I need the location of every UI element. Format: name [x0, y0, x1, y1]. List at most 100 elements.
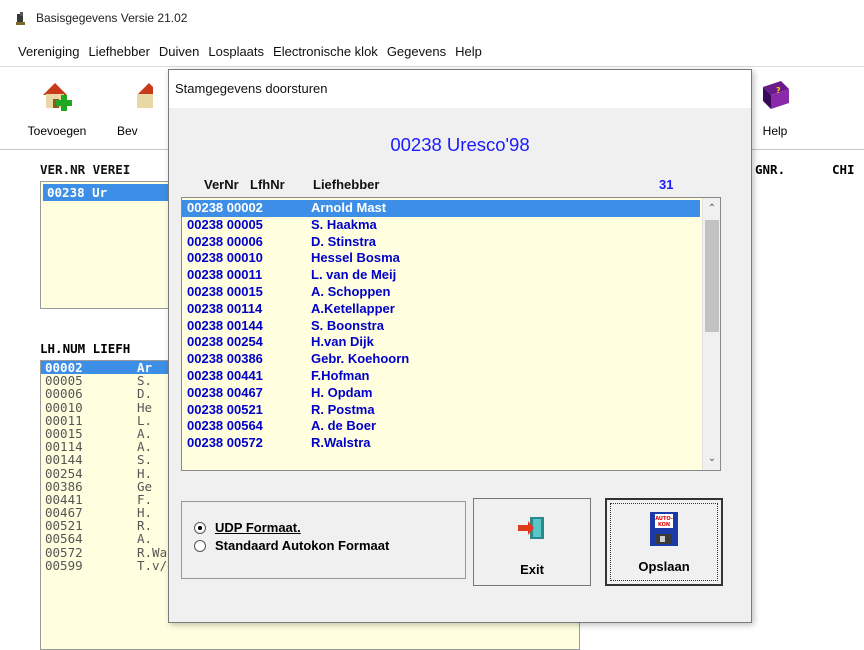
edit-house-icon [137, 83, 161, 108]
member-name: Hessel Bosma [311, 250, 400, 266]
lh-row-number: 00599 [45, 557, 83, 573]
app-titlebar: Basisgegevens Versie 21.02 [0, 0, 864, 36]
chip-header: CHI [832, 162, 855, 177]
radio-standard[interactable]: Standaard Autokon Formaat [194, 538, 389, 553]
lh-row-number: 00564 [45, 531, 83, 547]
lh-row-number: 00572 [45, 544, 83, 560]
member-code: 00238 00467 [187, 384, 263, 400]
member-name: A.Ketellapper [311, 300, 395, 316]
member-name: L. van de Meij [311, 267, 397, 283]
member-list-item[interactable]: 00238 00144 S. Boonstra [182, 318, 700, 335]
app-icon [16, 12, 25, 25]
scroll-thumb[interactable] [705, 220, 719, 332]
exit-button[interactable]: Exit [473, 498, 591, 586]
member-code: 00238 00011 [187, 267, 263, 283]
member-list-item[interactable]: 00238 00254 H.van Dijk [182, 334, 700, 351]
col-vernr: VerNr [204, 177, 239, 192]
member-list-item[interactable]: 00238 00114 A.Ketellapper [182, 301, 700, 318]
menu-vereniging[interactable]: Vereniging [18, 44, 79, 59]
member-name: D. Stinstra [311, 233, 377, 249]
lh-row-number: 00144 [45, 452, 83, 468]
member-count: 31 [659, 177, 674, 192]
lh-row-number: 00011 [45, 412, 83, 428]
member-code: 00238 00006 [187, 233, 263, 249]
col-lfhnr: LfhNr [250, 177, 285, 192]
member-name: Arnold Mast [311, 200, 387, 215]
member-name: A. Schoppen [311, 283, 391, 299]
edit-button-label: Bev [117, 124, 138, 138]
add-button-label: Toevoegen [27, 124, 87, 138]
menu-help[interactable]: Help [455, 44, 482, 59]
member-code: 00238 00254 [187, 334, 263, 350]
lh-header: LH.NUM LIEFH [40, 341, 131, 356]
member-code: 00238 00564 [187, 418, 263, 434]
member-list-item[interactable]: 00238 00006 D. Stinstra [182, 234, 700, 251]
radio-standard-label: Standaard Autokon Formaat [215, 538, 390, 553]
app-title: Basisgegevens Versie 21.02 [36, 11, 188, 25]
dialog-title: Stamgegevens doorsturen [169, 70, 751, 108]
lh-row-number: 00254 [45, 465, 83, 481]
member-code: 00238 00144 [187, 317, 263, 333]
member-list-item[interactable]: 00238 00386 Gebr. Koehoorn [182, 351, 700, 368]
exit-button-label: Exit [520, 562, 544, 577]
member-list-item[interactable]: 00238 00011 L. van de Meij [182, 267, 700, 284]
member-name: R. Postma [311, 401, 375, 417]
member-code: 00238 00005 [187, 216, 263, 232]
member-list[interactable]: 00238 00002 Arnold Mast 00238 00005 S. Haak… [181, 197, 721, 471]
radio-udp-indicator[interactable] [194, 521, 206, 534]
member-list-item[interactable]: 00238 00564 A. de Boer [182, 418, 700, 435]
menu-bar: Vereniging Liefhebber Duiven Losplaats Elect… [0, 38, 491, 64]
member-list-item[interactable]: 00238 00521 R. Postma [182, 402, 700, 419]
gnr-header: GNR. [755, 162, 786, 177]
member-name: F.Hofman [311, 367, 370, 383]
member-list-item[interactable]: 00238 00015 A. Schoppen [182, 284, 700, 301]
scroll-down-icon[interactable]: ⌄ [703, 450, 720, 468]
add-button[interactable]: Toevoegen [22, 77, 92, 138]
member-list-item[interactable]: 00238 00002 Arnold Mast [182, 200, 700, 217]
member-code: 00238 00386 [187, 351, 263, 367]
member-code: 00238 00114 [187, 300, 263, 316]
member-list-item[interactable]: 00238 00010 Hessel Bosma [182, 250, 700, 267]
member-code: 00238 00441 [187, 367, 263, 383]
svg-text:?: ? [776, 86, 781, 95]
exit-door-icon [518, 517, 544, 539]
scroll-up-icon[interactable]: ⌃ [703, 200, 720, 218]
member-name: S. Boonstra [311, 317, 384, 333]
member-list-item[interactable]: 00238 00441 F.Hofman [182, 368, 700, 385]
lh-row-number: 00386 [45, 478, 83, 494]
menu-gegevens[interactable]: Gegevens [387, 44, 446, 59]
save-button[interactable]: AUTO- KON Opslaan [605, 498, 723, 586]
menu-liefhebber[interactable]: Liefhebber [88, 44, 149, 59]
col-liefhebber: Liefhebber [313, 177, 380, 192]
member-code: 00238 00015 [187, 283, 263, 299]
member-code: 00238 00572 [187, 435, 263, 451]
member-code: 00238 00002 [187, 200, 263, 215]
help-book-icon: ? [763, 81, 789, 109]
menu-losplaats[interactable]: Losplaats [208, 44, 264, 59]
member-list-item[interactable]: 00238 00467 H. Opdam [182, 385, 700, 402]
format-group: UDP Formaat. Standaard Autokon Formaat [181, 501, 466, 579]
ver-header: VER.NR VEREI [40, 162, 131, 177]
member-name: S. Haakma [311, 216, 377, 232]
member-list-item[interactable]: 00238 00572 R.Walstra [182, 435, 700, 452]
menu-electronische-klok[interactable]: Electronische klok [273, 44, 378, 59]
radio-udp[interactable]: UDP Formaat. [194, 520, 301, 535]
member-code: 00238 00521 [187, 401, 263, 417]
radio-standard-indicator[interactable] [194, 539, 206, 552]
member-name: H. Opdam [311, 384, 373, 400]
menu-duiven[interactable]: Duiven [159, 44, 199, 59]
radio-udp-label: UDP Formaat. [215, 520, 301, 535]
member-name: R.Walstra [311, 435, 371, 451]
club-heading: 00238 Uresco'98 [390, 134, 530, 155]
member-name: H.van Dijk [311, 334, 374, 350]
add-house-icon [43, 83, 72, 111]
lh-row-number: 00010 [45, 399, 83, 415]
lh-row-number: 00006 [45, 386, 83, 402]
member-name: A. de Boer [311, 418, 377, 434]
member-name: Gebr. Koehoorn [311, 351, 410, 367]
edit-button[interactable]: Bev [105, 77, 165, 138]
member-list-item[interactable]: 00238 00005 S. Haakma [182, 217, 700, 234]
member-code: 00238 00010 [187, 250, 263, 266]
list-scrollbar[interactable]: ⌃ ⌄ [702, 198, 720, 470]
send-dialog: Stamgegevens doorsturen 00238 Uresco'98 … [168, 69, 752, 623]
